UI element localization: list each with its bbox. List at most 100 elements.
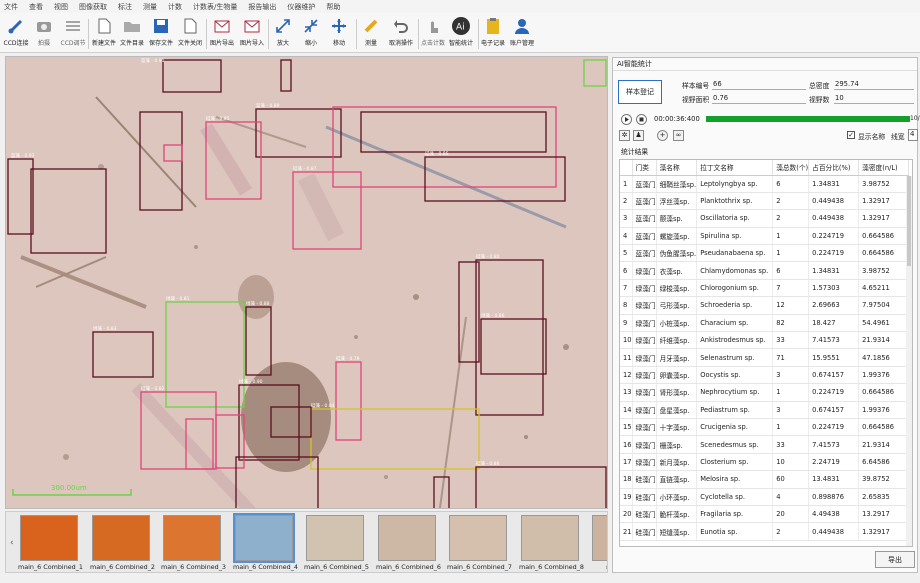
table-row[interactable]: 8 绿藻门 弓形藻sp. Schroederia sp. 12 2.69663 7.9750… — [620, 296, 910, 315]
menu-item[interactable]: 图像获取 — [79, 2, 107, 12]
table-cell: 硅藻门 — [632, 505, 657, 524]
table-row[interactable]: 5 蓝藻门 伪鱼腥藻sp. Pseudanabaena sp. 1 0.224719 0.6… — [620, 244, 910, 263]
table-cell: 0.224719 — [808, 418, 860, 437]
table-row[interactable]: 4 蓝藻门 螺旋藻sp. Spirulina sp. 1 0.224719 0.664586 — [620, 227, 910, 246]
thumbnail-selected[interactable]: main_6 Combined_4 — [233, 513, 298, 572]
add-icon[interactable]: + — [657, 130, 668, 141]
box-label: 绿藻 - 0.88 — [246, 300, 270, 307]
ccd-connect-button[interactable]: CCD连接 — [3, 15, 29, 51]
table-row[interactable]: 10 绿藻门 纤维藻sp. Ankistrodesmus sp. 33 7.41573 21… — [620, 331, 910, 350]
column-header[interactable]: 门类 — [632, 160, 657, 176]
move-button[interactable]: 移动 — [328, 15, 350, 51]
settings-gear-icon[interactable]: ✲ — [619, 130, 630, 141]
export-button[interactable]: 导出 — [875, 551, 915, 568]
table-row[interactable]: 21 硅藻门 短缝藻sp. Eunotia sp. 2 0.449438 1.32917 — [620, 522, 910, 541]
e-record-button[interactable]: 电子记录 — [481, 15, 505, 51]
zoom-out-button[interactable]: 缩小 — [300, 15, 322, 51]
table-row[interactable]: 17 绿藻门 新月藻sp. Closterium sp. 10 2.24719 6.6458… — [620, 453, 910, 472]
menu-item[interactable]: 帮助 — [326, 2, 340, 12]
table-row[interactable]: 20 硅藻门 脆杆藻sp. Fragilaria sp. 20 4.49438 13.291… — [620, 505, 910, 524]
table-cell: 2.24719 — [808, 453, 860, 472]
table-row[interactable]: 19 硅藻门 小环藻sp. Cyclotella sp. 4 0.898876 2.6583… — [620, 488, 910, 506]
thumbnail[interactable]: main_6 Combined_6 — [376, 515, 441, 572]
thumbnail[interactable]: main_6 Combined_1 — [18, 515, 83, 572]
save-file-button[interactable]: 保存文件 — [148, 15, 174, 51]
table-row[interactable]: 6 绿藻门 衣藻sp. Chlamydomonas sp. 6 1.34831 3.9875… — [620, 261, 910, 280]
table-cell: 蓝藻门 — [632, 192, 657, 211]
table-cell: 1.32917 — [858, 522, 910, 541]
menu-item[interactable]: 报告输出 — [248, 2, 276, 12]
show-name-checkbox[interactable]: ✓ — [847, 131, 855, 139]
table-cell: 0.449438 — [808, 209, 860, 228]
column-header[interactable]: 拉丁文名称 — [696, 160, 774, 176]
table-cell: 螺旋藻sp. — [656, 227, 698, 246]
smart-stats-button[interactable]: Ai 智能统计 — [448, 15, 474, 51]
column-header[interactable]: 藻密度(n/L) — [858, 160, 910, 176]
zoom-in-button[interactable]: 放大 — [272, 15, 294, 51]
image-export-button[interactable]: 图片导出 — [210, 15, 234, 51]
table-row[interactable]: 13 绿藻门 肾形藻sp. Nephrocytium sp. 1 0.224719 0.66… — [620, 383, 910, 402]
ccd-adjust-button[interactable]: CCD调节 — [60, 15, 86, 51]
table-row[interactable]: 18 硅藻门 直链藻sp. Melosira sp. 60 13.4831 39.8752 — [620, 470, 910, 489]
column-header[interactable]: 藻名称 — [656, 160, 698, 176]
table-row[interactable]: 11 绿藻门 月牙藻sp. Selenastrum sp. 71 15.9551 47.18… — [620, 348, 910, 367]
table-row[interactable]: 2 蓝藻门 浮丝藻sp. Planktothrix sp. 2 0.449438 1.329… — [620, 192, 910, 211]
table-row[interactable]: 3 蓝藻门 颤藻sp. Oscillatoria sp. 2 0.449438 1.3291… — [620, 209, 910, 228]
table-cell: 3 — [772, 366, 810, 385]
menu-item[interactable]: 计数表/生物量 — [193, 2, 237, 12]
menu-item[interactable]: 仪器维护 — [287, 2, 315, 12]
menu-item[interactable]: 计数 — [168, 2, 182, 12]
table-row[interactable]: 15 绿藻门 十字藻sp. Crucigenia sp. 1 0.224719 0.6645… — [620, 418, 910, 437]
close-file-button[interactable]: 文件关闭 — [178, 15, 202, 51]
table-row[interactable]: 12 绿藻门 卵囊藻sp. Oocystis sp. 3 0.674157 1.99376 — [620, 366, 910, 385]
thumbnail[interactable]: main_6 Combined_8 — [519, 515, 584, 572]
folder-button[interactable]: 文件目录 — [120, 15, 144, 51]
play-button[interactable] — [621, 114, 632, 125]
thumbnail[interactable]: main_6 C — [590, 515, 607, 572]
thumbnail[interactable]: main_6 Combined_5 — [304, 515, 369, 572]
table-cell: 1 — [620, 175, 633, 193]
link-icon[interactable]: ∞ — [673, 130, 684, 141]
sample-register-button[interactable]: 样本登记 — [618, 80, 662, 104]
table-row[interactable]: 9 绿藻门 小桩藻sp. Characium sp. 82 18.427 54.4961 — [620, 314, 910, 333]
table-cell: 4 — [772, 488, 810, 506]
scroll-left-icon[interactable]: ‹ — [10, 538, 14, 548]
click-count-button[interactable]: 点击计数 — [421, 15, 445, 51]
table-cell: 33 — [772, 435, 810, 454]
new-file-button[interactable]: 新建文件 — [92, 15, 116, 51]
table-cell: 21.9314 — [858, 435, 910, 454]
menu-item[interactable]: 测量 — [143, 2, 157, 12]
folder-icon — [121, 15, 143, 37]
table-row[interactable]: 16 绿藻门 栅藻sp. Scenedesmus sp. 33 7.41573 21.931… — [620, 435, 910, 454]
menu-item[interactable]: 标注 — [118, 2, 132, 12]
thumbnail[interactable]: main_6 Combined_2 — [90, 515, 155, 572]
measure-button[interactable]: 测量 — [360, 15, 382, 51]
table-cell: 6.64586 — [858, 453, 910, 472]
table-scrollbar-thumb[interactable] — [907, 176, 911, 266]
table-cell: 4.49438 — [808, 505, 860, 524]
table-row[interactable]: 7 绿藻门 绿梭藻sp. Chlorogonium sp. 7 1.57303 4.6521… — [620, 279, 910, 298]
account-button[interactable]: 账户管理 — [509, 15, 535, 51]
stop-button[interactable] — [636, 114, 647, 125]
table-row[interactable]: 14 绿藻门 盘星藻sp. Pediastrum sp. 3 0.674157 1.9937… — [620, 401, 910, 419]
menu-item[interactable]: 文件 — [4, 2, 18, 12]
table-cell: 衣藻sp. — [656, 261, 698, 280]
table-row[interactable]: 1 蓝藻门 细鞘丝藻sp. Leptolyngbya sp. 6 1.34831 3.987… — [620, 175, 910, 193]
table-cell: Characium sp. — [696, 314, 774, 333]
column-header[interactable] — [620, 160, 633, 176]
table-cell: 十字藻sp. — [656, 418, 698, 437]
image-viewer[interactable]: 蓝藻 - 0.91 蓝藻 - 0.93 硅藻 - 0.85 硅藻 - 0.86 … — [5, 56, 608, 509]
image-import-button[interactable]: 图片导入 — [240, 15, 264, 51]
table-scrollbar[interactable] — [906, 176, 912, 546]
column-header[interactable]: 藻总数(个) — [772, 160, 810, 176]
menu-item[interactable]: 视图 — [54, 2, 68, 12]
thumbnail[interactable]: main_6 Combined_3 — [161, 515, 226, 572]
box-label: 硅藻 - 0.80 — [476, 253, 500, 260]
person-icon[interactable]: ♟ — [633, 130, 644, 141]
undo-button[interactable]: 取消操作 — [388, 15, 414, 51]
menu-item[interactable]: 查看 — [29, 2, 43, 12]
camera-button[interactable]: 拍摄 — [34, 15, 54, 51]
thumbnail[interactable]: main_6 Combined_7 — [447, 515, 512, 572]
column-header[interactable]: 占百分比(%) — [808, 160, 860, 176]
line-width-input[interactable]: 4 — [908, 129, 918, 141]
